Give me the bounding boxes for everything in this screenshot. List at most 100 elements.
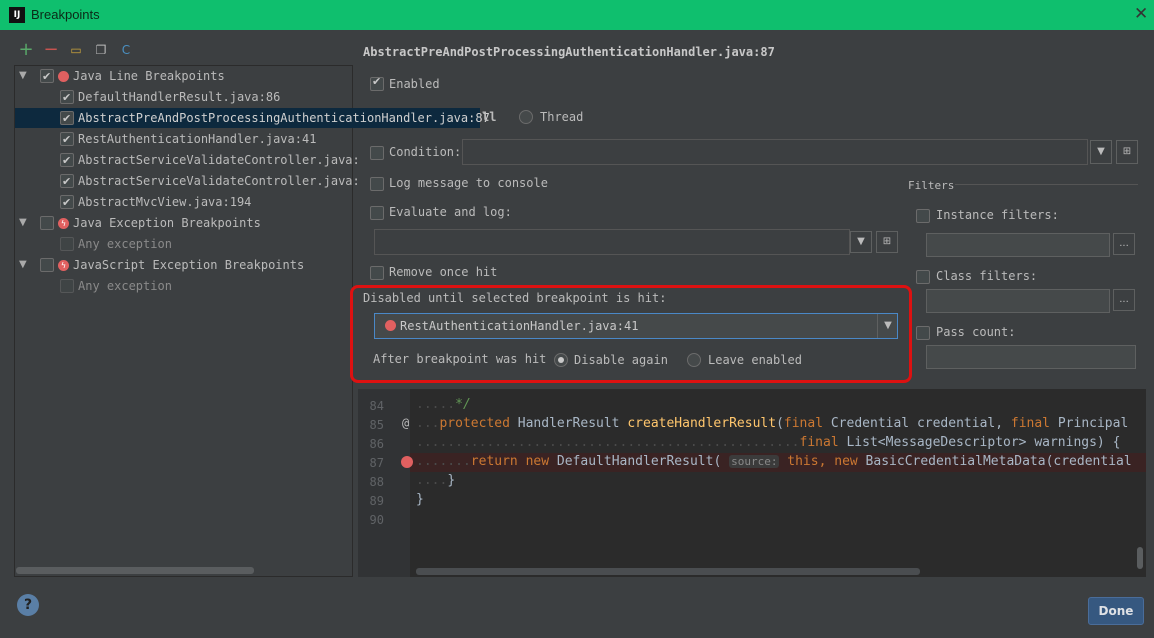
done-button[interactable]: Done [1088,597,1144,625]
chevron-down-icon[interactable]: ▼ [19,255,27,275]
exception-breakpoint-icon: ϟ [58,218,69,229]
instance-filters-more-button[interactable]: ... [1113,233,1135,255]
tree-group-checkbox[interactable] [40,216,54,230]
class-filters-checkbox[interactable] [916,270,930,284]
window-title: Breakpoints [31,7,100,22]
tree-item-label: AbstractMvcView.java:194 [78,195,252,209]
title-bar: IJ Breakpoints ✕ [0,0,1154,30]
tree-item-row[interactable]: RestAuthenticationHandler.java:41 [15,129,351,150]
tree-item-label: RestAuthenticationHandler.java:41 [78,132,317,146]
red-breakpoint-icon [58,71,69,82]
instance-filters-checkbox[interactable] [916,209,930,223]
instance-filters-label: Instance filters: [936,208,1059,222]
breakpoints-tree[interactable]: ▼ Java Line Breakpoints DefaultHandlerResu… [14,65,490,577]
tree-item-checkbox[interactable] [60,193,74,213]
tree-item-checkbox[interactable] [60,109,74,129]
evaluate-expand-icon[interactable]: ⊞ [876,231,898,253]
condition-expand-icon[interactable]: ⊞ [1116,140,1138,164]
tree-item-label: AbstractServiceValidateController.java: [78,174,360,188]
pass-count-label: Pass count: [936,325,1016,339]
class-filters-field[interactable] [926,289,1110,313]
enabled-checkbox[interactable] [370,75,384,91]
tree-group-row[interactable]: ▼ ϟ JavaScript Exception Breakpoints [15,255,351,275]
tree-item-row[interactable]: DefaultHandlerResult.java:86 [15,87,351,108]
condition-dropdown-button[interactable]: ▼ [1090,140,1112,164]
tree-item-checkbox[interactable] [60,279,74,293]
line-number: 88 [369,475,384,489]
breakpoint-details-header: AbstractPreAndPostProcessingAuthenticati… [363,45,775,59]
tree-horizontal-scrollbar[interactable] [16,567,254,574]
tree-item-checkbox[interactable] [60,130,74,150]
condition-field[interactable] [462,139,1088,165]
evaluate-label: Evaluate and log: [389,205,512,219]
code-line-84: .....*/ [416,397,471,412]
tree-item-row[interactable]: Any exception [15,234,351,254]
suspend-all-label-partial: ll [482,110,497,124]
line-number: 87 [369,456,384,470]
tree-item-row[interactable]: Any exception [15,276,351,296]
tree-group-label: JavaScript Exception Breakpoints [73,258,305,272]
tree-item-checkbox[interactable] [60,172,74,192]
editor-horizontal-scrollbar[interactable] [416,568,920,575]
line-number: 90 [369,513,384,527]
enabled-label: Enabled [389,77,440,91]
remove-icon[interactable]: − [43,41,59,59]
tree-item-row[interactable]: AbstractServiceValidateController.java: [15,150,360,171]
line-number: 89 [369,494,384,508]
log-message-checkbox[interactable] [370,177,384,191]
condition-label: Condition: [389,145,462,159]
condition-checkbox[interactable] [370,146,384,160]
tree-item-checkbox[interactable] [60,237,74,251]
breakpoint-icon[interactable] [401,456,413,468]
evaluate-dropdown-button[interactable]: ▼ [850,231,872,253]
exception-breakpoint-icon: ϟ [58,260,69,271]
add-icon[interactable]: + [18,41,34,59]
tree-group-row[interactable]: ▼ ϟ Java Exception Breakpoints [15,213,351,233]
evaluate-field[interactable] [374,229,850,255]
remove-once-hit-checkbox[interactable] [370,266,384,280]
pass-count-field[interactable] [926,345,1136,369]
tree-item-label: Any exception [78,237,172,251]
code-line-87: .......return new DefaultHandlerResult( … [416,454,1132,469]
tree-item-label: AbstractPreAndPostProcessingAuthenticati… [78,111,490,125]
tree-group-label: Java Exception Breakpoints [73,216,261,230]
close-icon[interactable]: ✕ [1134,4,1148,24]
tree-group-row[interactable]: ▼ Java Line Breakpoints [15,66,351,87]
tree-item-label: DefaultHandlerResult.java:86 [78,90,281,104]
filters-title: Filters [908,179,955,192]
code-line-85: ...protected HandlerResult createHandler… [416,416,1129,431]
thread-label: Thread [540,110,584,124]
tree-group-label: Java Line Breakpoints [73,69,225,83]
log-message-label: Log message to console [389,176,548,190]
tree-group-checkbox[interactable] [40,67,54,87]
group-folder-icon[interactable]: ▭ [68,42,84,58]
remove-once-hit-label: Remove once hit [389,265,498,279]
code-line-89: } [416,492,424,507]
annotation-icon: @ [402,416,410,430]
parameter-hint: source: [729,455,780,468]
tree-item-row[interactable]: AbstractPreAndPostProcessingAuthenticati… [15,108,490,129]
tree-item-label: Any exception [78,279,172,293]
thread-radio[interactable] [519,110,533,124]
evaluate-checkbox[interactable] [370,206,384,220]
code-line-86: ........................................… [416,435,1121,450]
tree-item-checkbox[interactable] [60,151,74,171]
copy-icon[interactable]: ❐ [93,42,109,58]
tree-item-label: AbstractServiceValidateController.java: [78,153,360,167]
tree-item-row[interactable]: AbstractMvcView.java:194 [15,192,351,213]
pass-count-checkbox[interactable] [916,326,930,340]
editor-vertical-scrollbar[interactable] [1137,547,1143,569]
class-filters-label: Class filters: [936,269,1038,283]
class-filters-more-button[interactable]: ... [1113,289,1135,311]
tree-item-row[interactable]: AbstractServiceValidateController.java: [15,171,360,192]
chevron-down-icon[interactable]: ▼ [19,66,27,86]
chevron-down-icon[interactable]: ▼ [19,213,27,233]
code-line-88: ....} [416,473,456,488]
line-number: 86 [369,437,384,451]
tree-item-checkbox[interactable] [60,88,74,108]
class-icon[interactable]: C [118,42,134,58]
tree-group-checkbox[interactable] [40,258,54,272]
filters-divider [955,184,1138,185]
help-icon[interactable]: ? [17,594,39,616]
instance-filters-field[interactable] [926,233,1110,257]
